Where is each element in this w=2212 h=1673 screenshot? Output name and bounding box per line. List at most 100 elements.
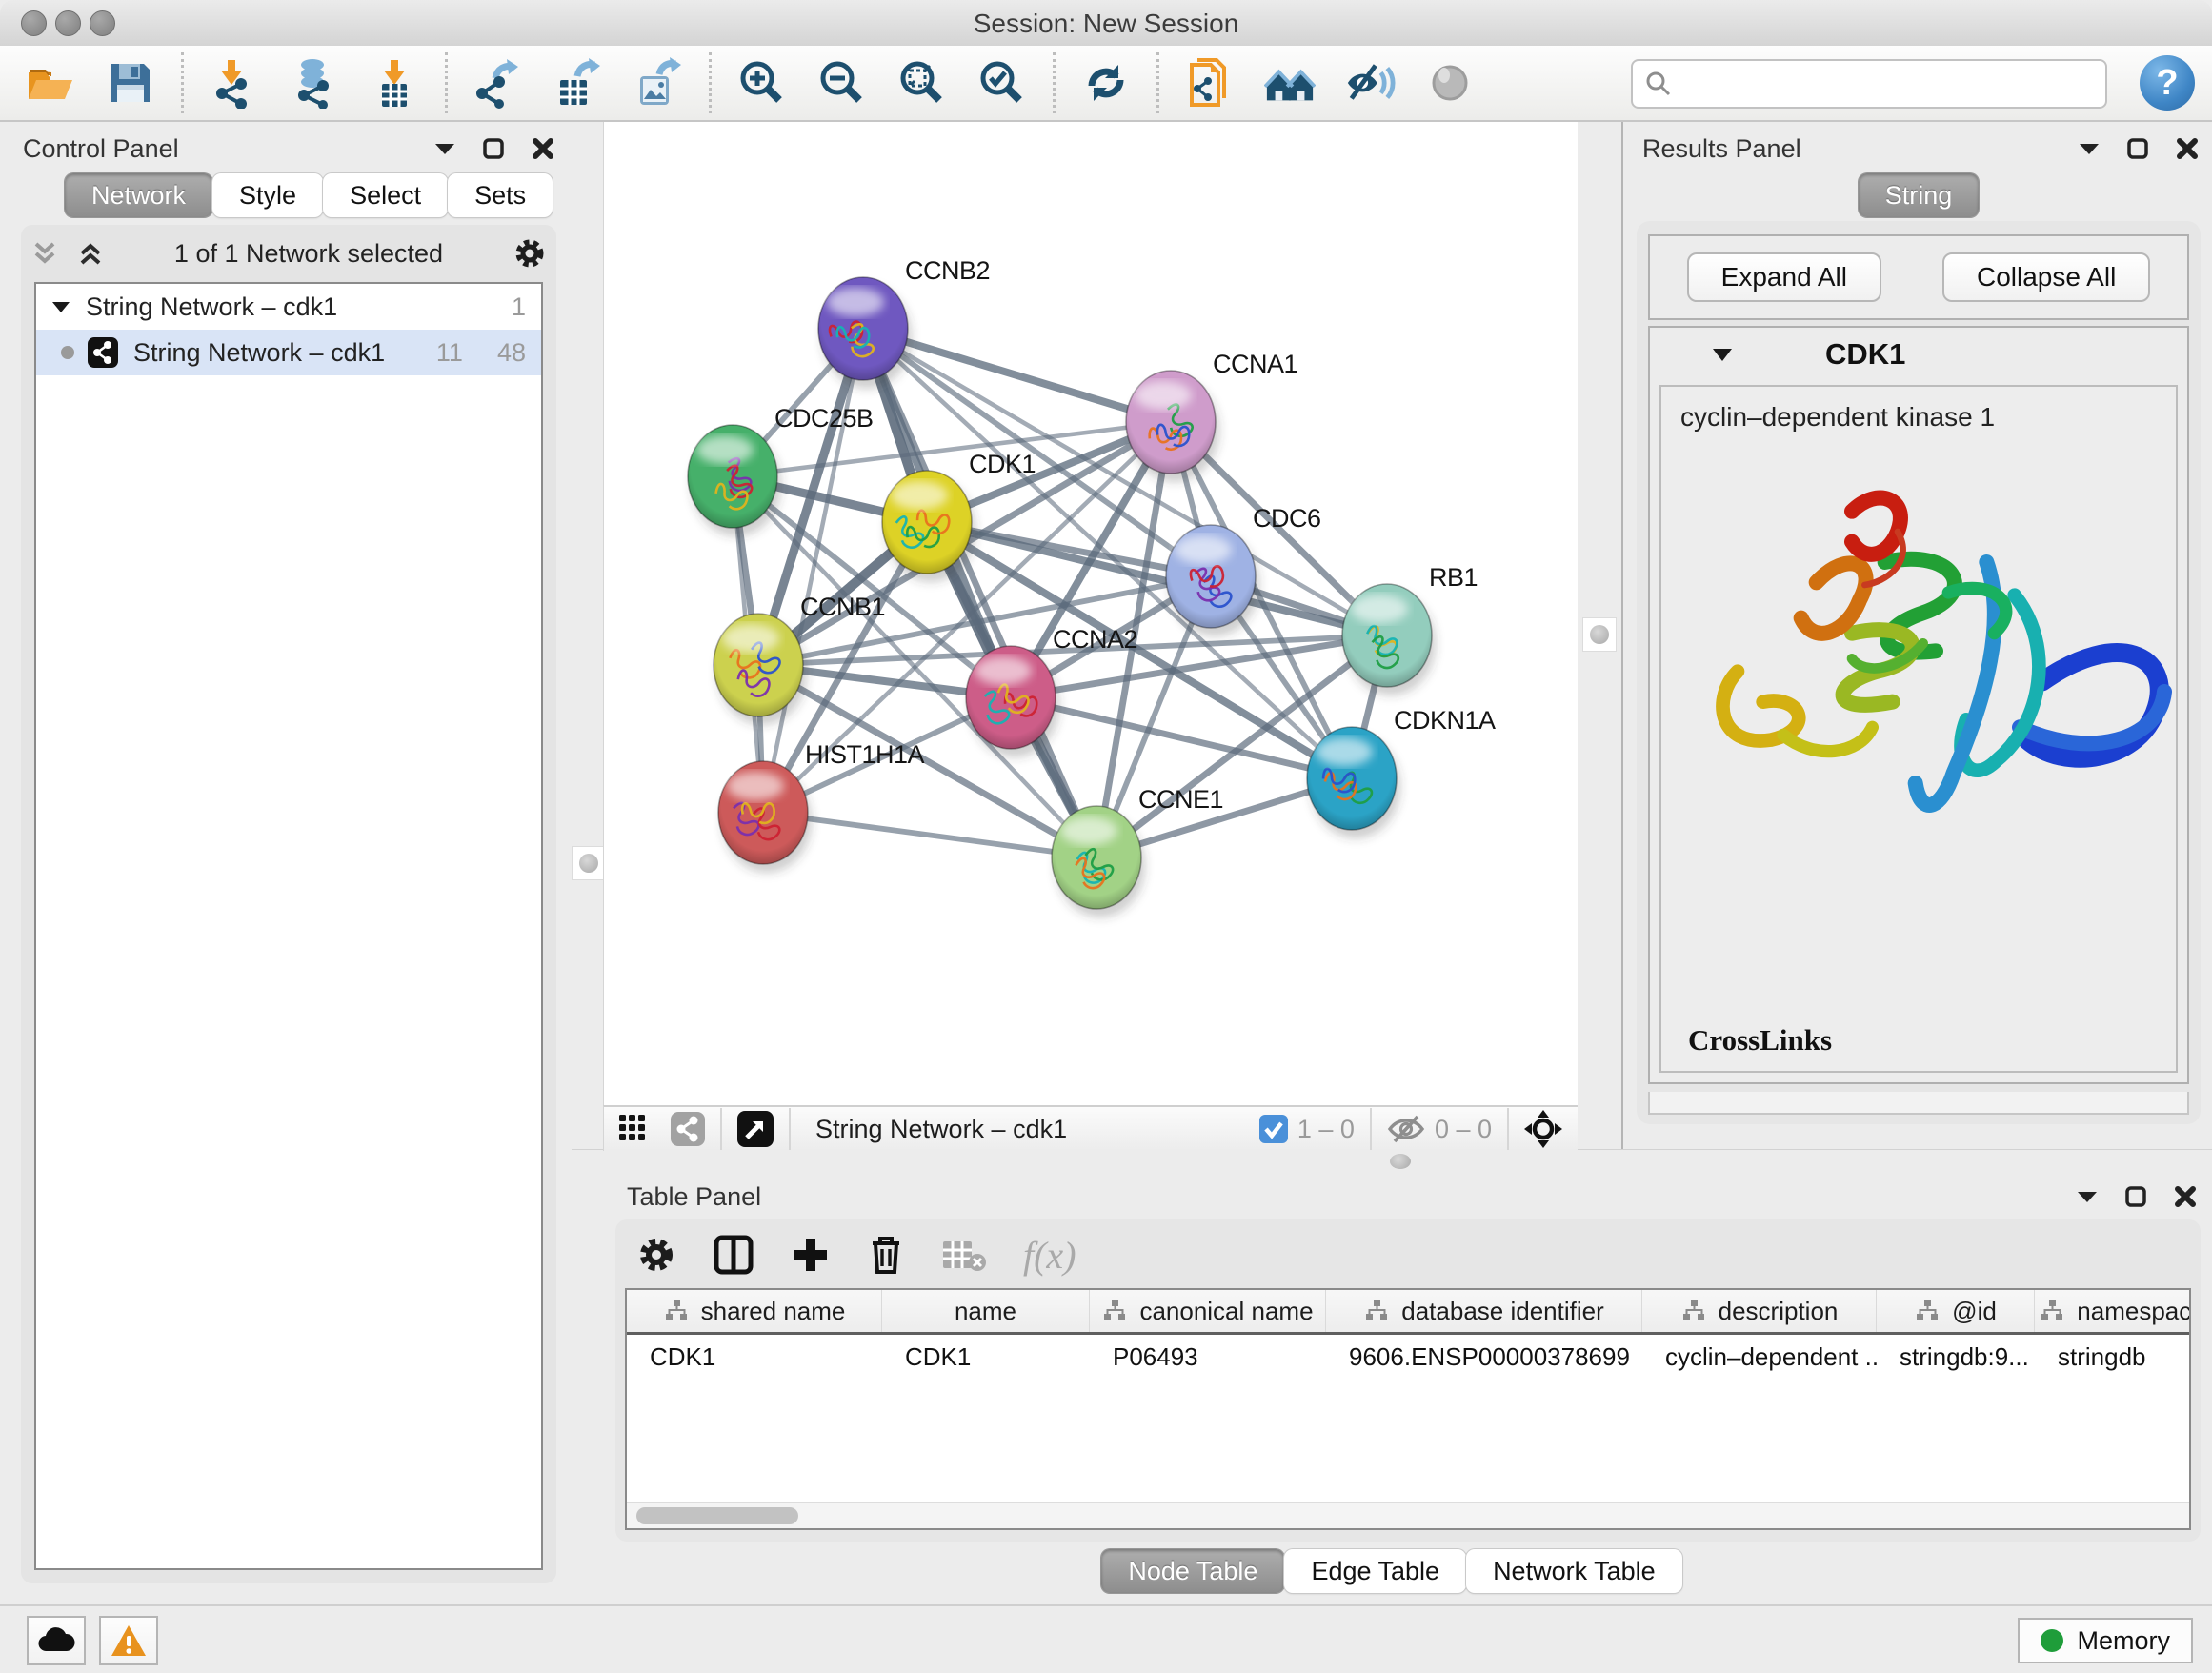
tab-node-table[interactable]: Node Table [1101, 1549, 1284, 1593]
zoom-in-icon[interactable] [736, 57, 788, 109]
export-image-icon[interactable] [633, 57, 684, 109]
right-splitter[interactable] [1577, 122, 1621, 1149]
node-label-CCNA1: CCNA1 [1213, 350, 1297, 378]
left-splitter[interactable] [572, 122, 603, 1149]
hidden-eye-icon[interactable] [1387, 1114, 1425, 1144]
close-panel-icon[interactable] [2174, 1185, 2197, 1208]
table-horizontal-scrollbar[interactable] [627, 1502, 2189, 1528]
network-row[interactable]: String Network – cdk1 11 48 [36, 330, 541, 375]
column-header-database-identifier[interactable]: database identifier [1326, 1290, 1642, 1332]
network-graph[interactable]: CCNB2CCNA1CDC25BCDK1CDC6RB1CCNB1CCNA2CDK… [604, 122, 1578, 1105]
network-collection-row[interactable]: String Network – cdk1 1 [36, 284, 541, 330]
string-document-icon[interactable] [1184, 57, 1236, 109]
maximize-panel-icon[interactable] [2124, 1185, 2147, 1208]
column-header-canonical-name[interactable]: canonical name [1090, 1290, 1326, 1332]
toolbar-separator [709, 52, 712, 113]
import-table-icon[interactable] [369, 57, 420, 109]
search-input[interactable] [1631, 59, 2107, 109]
zoom-selected-icon[interactable] [976, 57, 1028, 109]
float-panel-icon[interactable] [2077, 1190, 2098, 1203]
tab-edge-table[interactable]: Edge Table [1284, 1549, 1466, 1593]
gear-icon[interactable] [513, 236, 547, 271]
birdseye-navigator-icon[interactable] [1524, 1110, 1562, 1148]
tab-network[interactable]: Network [65, 173, 212, 217]
results-footer-strip [1648, 1092, 2189, 1115]
table-cell[interactable]: stringdb [2035, 1342, 2191, 1372]
selected-checkbox-icon[interactable] [1259, 1115, 1288, 1143]
view-indicator-dot [61, 346, 74, 359]
collapse-entry-icon[interactable] [1711, 347, 1734, 362]
column-header-shared-name[interactable]: shared name [627, 1290, 882, 1332]
column-header--id[interactable]: @id [1877, 1290, 2035, 1332]
column-header-description[interactable]: description [1642, 1290, 1877, 1332]
float-panel-icon[interactable] [2079, 142, 2100, 155]
add-column-icon[interactable] [791, 1235, 831, 1275]
warning-status-button[interactable] [99, 1616, 158, 1665]
expand-all-button[interactable]: Expand All [1687, 252, 1881, 302]
tab-select[interactable]: Select [323, 173, 448, 217]
scrollbar-thumb[interactable] [636, 1507, 798, 1524]
zoom-out-icon[interactable] [816, 57, 868, 109]
export-table-icon[interactable] [553, 57, 604, 109]
node-attribute-table[interactable]: shared namenamecanonical namedatabase id… [625, 1288, 2191, 1530]
node-entry-name: CDK1 [1825, 337, 1905, 372]
network-icon [88, 337, 118, 368]
tab-string[interactable]: String [1859, 173, 1980, 217]
table-gear-icon[interactable] [636, 1235, 676, 1275]
show-graphics-icon [1424, 57, 1476, 109]
right-splitter-handle[interactable] [1582, 617, 1617, 652]
network-thumbnail-icon[interactable] [671, 1112, 705, 1146]
float-panel-icon[interactable] [434, 142, 455, 155]
open-session-icon[interactable] [25, 57, 76, 109]
collapse-all-button[interactable]: Collapse All [1942, 252, 2150, 302]
table-row[interactable]: CDK1CDK1P064939606.ENSP00000378699cyclin… [627, 1335, 2189, 1379]
node-RB1[interactable]: RB1 [1342, 563, 1478, 695]
tree-expand-icon[interactable] [51, 300, 70, 313]
help-icon[interactable]: ? [2140, 55, 2195, 111]
search-icon [1644, 70, 1673, 98]
maximize-panel-icon[interactable] [2126, 137, 2149, 160]
open-in-new-window-icon[interactable] [737, 1111, 774, 1147]
expand-all-icon[interactable] [76, 240, 105, 267]
tab-network-table[interactable]: Network Table [1466, 1549, 1682, 1593]
table-cell[interactable]: P06493 [1090, 1342, 1326, 1372]
tab-style[interactable]: Style [212, 173, 323, 217]
tab-sets[interactable]: Sets [448, 173, 553, 217]
delete-column-icon[interactable] [867, 1234, 905, 1276]
zoom-fit-icon[interactable] [896, 57, 948, 109]
import-network-file-icon[interactable] [209, 57, 260, 109]
horizontal-splitter[interactable] [572, 1149, 2212, 1176]
table-cell[interactable]: CDK1 [627, 1342, 882, 1372]
close-panel-icon[interactable] [532, 137, 554, 160]
search-field[interactable] [1631, 59, 2107, 109]
table-cell[interactable]: CDK1 [882, 1342, 1090, 1372]
maximize-panel-icon[interactable] [482, 137, 505, 160]
refresh-icon[interactable] [1080, 57, 1132, 109]
control-panel: Control Panel Network Style Select Sets … [0, 122, 573, 1604]
table-cell[interactable]: cyclin–dependent ... [1642, 1342, 1877, 1372]
home-icon[interactable] [1264, 57, 1316, 109]
select-columns-icon[interactable] [713, 1234, 754, 1276]
grid-view-icon[interactable] [619, 1115, 654, 1143]
node-entry-header[interactable]: CDK1 [1650, 328, 2187, 381]
close-panel-icon[interactable] [2176, 137, 2199, 160]
table-cell[interactable]: 9606.ENSP00000378699 [1326, 1342, 1642, 1372]
export-network-icon[interactable] [473, 57, 524, 109]
node-CDKN1A[interactable]: CDKN1A [1307, 706, 1496, 838]
horizontal-splitter-handle[interactable] [1383, 1152, 1418, 1171]
column-header-name[interactable]: name [882, 1290, 1090, 1332]
save-session-icon[interactable] [105, 57, 156, 109]
node-label-RB1: RB1 [1429, 563, 1478, 592]
table-cell[interactable]: stringdb:9... [1877, 1342, 2035, 1372]
node-CCNE1[interactable]: CCNE1 [1052, 785, 1223, 917]
network-canvas[interactable]: CCNB2CCNA1CDC25BCDK1CDC6RB1CCNB1CCNA2CDK… [603, 122, 1578, 1105]
cloud-status-button[interactable] [27, 1616, 86, 1665]
import-network-database-icon[interactable] [289, 57, 340, 109]
left-splitter-handle[interactable] [572, 846, 606, 880]
node-description: cyclin–dependent kinase 1 [1661, 387, 2176, 433]
collapse-all-icon[interactable] [30, 240, 59, 267]
node-HIST1H1A[interactable]: HIST1H1A [718, 740, 925, 873]
memory-button[interactable]: Memory [2018, 1618, 2193, 1663]
hide-glyphs-icon[interactable] [1344, 57, 1396, 109]
column-header-namespace[interactable]: namespace [2035, 1290, 2191, 1332]
